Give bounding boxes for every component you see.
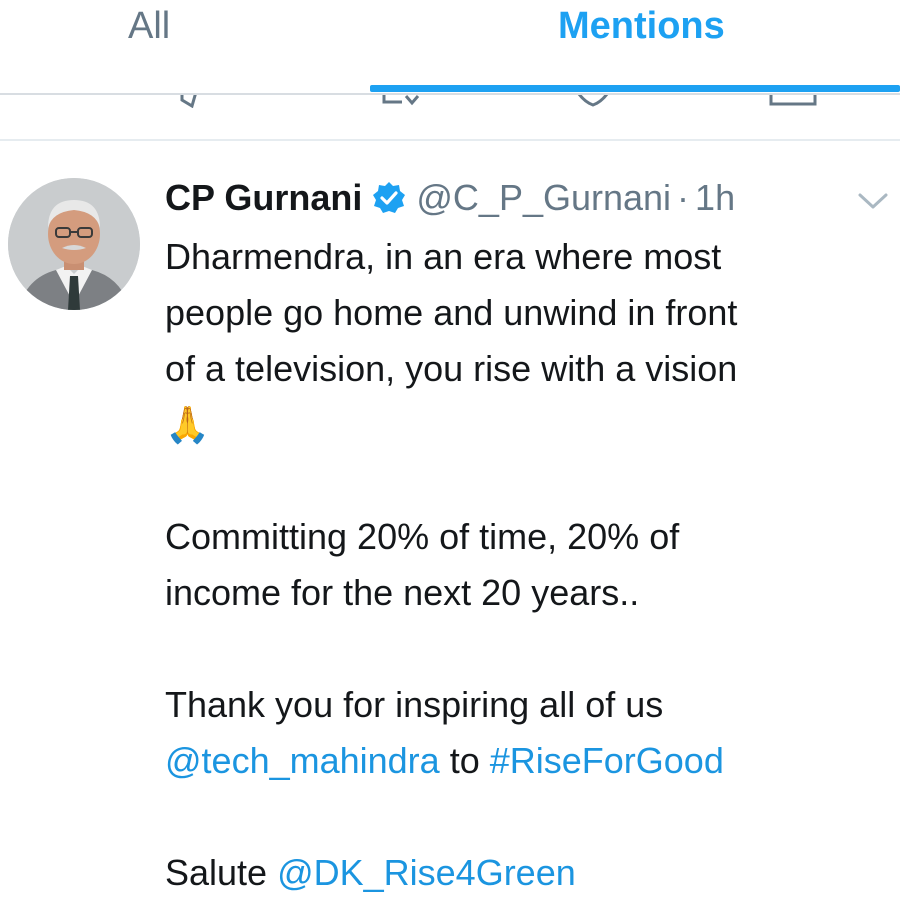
- author-name[interactable]: CP Gurnani: [165, 176, 362, 220]
- tweet-time[interactable]: 1h: [695, 177, 735, 219]
- tab-mentions-label: Mentions: [558, 5, 725, 47]
- tweet-line: of a television, you rise with a vision: [165, 348, 738, 389]
- retweet-icon[interactable]: [380, 94, 424, 108]
- tweet-line: income for the next 20 years..: [165, 572, 640, 613]
- tabs-divider: [0, 93, 900, 95]
- tweet-divider: [0, 139, 900, 141]
- tweet-header: CP Gurnani @C_P_Gurnani · 1h: [165, 174, 735, 222]
- tweet-line: Committing 20% of time, 20% of: [165, 516, 680, 557]
- avatar[interactable]: [8, 178, 140, 310]
- hashtag-link[interactable]: #RiseForGood: [490, 740, 724, 781]
- tweet-line-mentions: @tech_mahindra to #RiseForGood: [165, 733, 900, 789]
- chevron-down-icon[interactable]: [856, 190, 890, 212]
- author-handle[interactable]: @C_P_Gurnani: [416, 176, 671, 220]
- meta-separator: ·: [677, 177, 690, 218]
- mention-link[interactable]: @DK_Rise4Green: [277, 852, 576, 893]
- salute-text: Salute: [165, 852, 278, 893]
- tab-all-label: All: [128, 5, 171, 47]
- tweet-text: Dharmendra, in an era where most people …: [165, 229, 900, 900]
- share-icon[interactable]: [768, 94, 818, 108]
- tweet-line: Dharmendra, in an era where most: [165, 236, 722, 277]
- active-tab-indicator: [370, 85, 900, 92]
- verified-badge-icon: [372, 181, 406, 215]
- tab-all[interactable]: All: [0, 0, 370, 88]
- like-icon[interactable]: [574, 94, 612, 108]
- tweet-line-salute: Salute @DK_Rise4Green: [165, 845, 900, 900]
- folded-hands-emoji: 🙏: [165, 397, 900, 453]
- tab-mentions[interactable]: Mentions: [370, 0, 900, 88]
- tweet-line: people go home and unwind in front: [165, 292, 738, 333]
- emoji-text: 🙏: [165, 404, 210, 445]
- mention-link[interactable]: @tech_mahindra: [165, 740, 440, 781]
- tweet-line: Thank you for inspiring all of us: [165, 684, 664, 725]
- reply-icon[interactable]: [176, 94, 212, 108]
- connector-text: to: [439, 740, 490, 781]
- twitter-notifications-screen: All Mentions CP Gurnani @C_P_Gurnani · 1…: [0, 0, 900, 900]
- avatar-portrait: [8, 178, 140, 310]
- notification-tabs: All Mentions: [0, 0, 900, 95]
